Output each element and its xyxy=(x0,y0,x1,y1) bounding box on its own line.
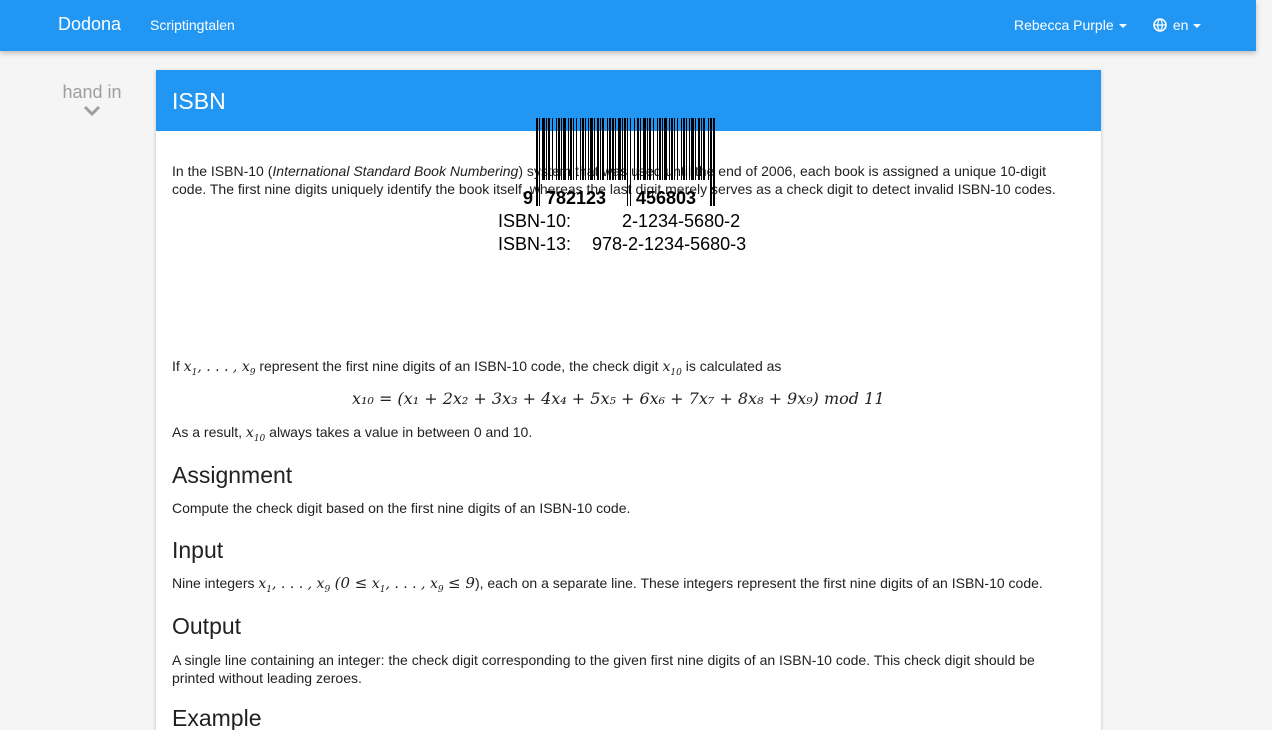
caret-down-icon xyxy=(1118,24,1127,29)
barcode-bar xyxy=(561,118,562,180)
course-link[interactable]: Scriptingtalen xyxy=(150,17,235,33)
barcode-bar xyxy=(568,118,569,180)
user-name: Rebecca Purple xyxy=(1014,17,1114,33)
output-text: A single line containing an integer: the… xyxy=(172,652,1035,686)
barcode-group-1: 782123 xyxy=(546,188,606,208)
input-text: Nine integers x1, . . . , x9 (0 ≤ x1, . … xyxy=(172,574,1043,595)
user-menu[interactable]: Rebecca Purple xyxy=(1014,17,1127,33)
barcode-bar xyxy=(597,118,599,180)
barcode-bar xyxy=(585,118,586,180)
barcode-bar xyxy=(536,118,538,206)
isbn13-value: 978-2-1234-5680-3 xyxy=(592,234,746,254)
barcode-bar xyxy=(703,118,705,180)
barcode-bar xyxy=(681,118,682,180)
input-heading: Input xyxy=(172,537,224,563)
brand-link[interactable]: Dodona xyxy=(58,14,121,35)
barcode-bar xyxy=(671,118,673,180)
barcode-bar xyxy=(683,118,685,180)
barcode-bar xyxy=(657,118,658,180)
barcode-bar xyxy=(634,118,635,180)
isbn-barcode-image: 9 782123 456803 ISBN-10: 2-1234-5680-2 I… xyxy=(498,118,758,254)
barcode-bar xyxy=(677,118,678,180)
formula-intro: If x1, . . . , x9 represent the first ni… xyxy=(172,358,782,378)
assignment-heading: Assignment xyxy=(172,462,293,488)
language-label: en xyxy=(1172,17,1189,33)
assignment-text: Compute the check digit based on the fir… xyxy=(172,500,631,516)
barcode-bar xyxy=(653,118,654,180)
barcode-bar xyxy=(552,118,553,180)
barcode-bar xyxy=(563,118,566,180)
barcode-bar xyxy=(710,118,712,206)
barcode-bar xyxy=(618,118,621,180)
barcode-bar xyxy=(590,118,593,180)
barcode-bar xyxy=(643,118,646,180)
chevron-down-icon xyxy=(83,105,101,116)
barcode-bar xyxy=(558,118,560,180)
isbn13-label: ISBN-13: xyxy=(498,234,571,254)
barcode-bar xyxy=(637,118,639,180)
barcode-graphic: 9 782123 456803 ISBN-10: 2-1234-5680-2 I… xyxy=(498,118,746,254)
barcode-bar xyxy=(615,118,616,180)
barcode-bar xyxy=(622,118,623,180)
barcode-bar xyxy=(573,118,574,180)
barcode-bar xyxy=(546,118,547,180)
barcode-bar xyxy=(570,118,572,180)
barcode-bar xyxy=(662,118,663,180)
barcode-bar xyxy=(647,118,648,180)
isbn10-value: 2-1234-5680-2 xyxy=(622,211,740,231)
barcode-bar xyxy=(695,118,696,180)
language-menu[interactable]: en xyxy=(1153,17,1202,33)
barcode-bar xyxy=(689,118,690,180)
math-x1-x9: x1, . . . , x9 xyxy=(183,359,256,378)
isbn10-label: ISBN-10: xyxy=(498,211,571,231)
barcode-lead-digit: 9 xyxy=(523,188,533,208)
barcode-bar xyxy=(624,118,626,180)
barcode-bar xyxy=(669,118,670,180)
barcode-bar xyxy=(580,118,581,180)
barcode-bar xyxy=(659,118,661,180)
barcode-bar xyxy=(548,118,550,180)
barcode-bar xyxy=(588,118,589,180)
math-x10: x10 xyxy=(245,425,266,444)
output-heading: Output xyxy=(172,613,242,639)
hand-in-label: hand in xyxy=(62,82,122,102)
barcode-bar xyxy=(542,118,545,180)
result-paragraph: As a result, x10 always takes a value in… xyxy=(172,424,533,444)
barcode-bar xyxy=(600,118,601,180)
barcode-bar xyxy=(698,118,700,180)
barcode-bar xyxy=(556,118,557,180)
barcode-bar xyxy=(691,118,694,180)
barcode-bar xyxy=(630,118,631,206)
barcode-bar xyxy=(539,118,540,206)
barcode-bar xyxy=(594,118,595,180)
exercise-card: ISBN In the ISBN-10 (International Stand… xyxy=(156,70,1101,730)
barcode-group-2: 456803 xyxy=(636,188,696,208)
barcode-bar xyxy=(609,118,611,180)
barcode-bar xyxy=(612,118,614,180)
barcode-bar xyxy=(602,118,604,180)
barcode-bar xyxy=(627,118,628,206)
math-input-range: x1, . . . , x9 (0 ≤ x1, . . . , x9 ≤ 9 xyxy=(258,574,475,595)
caret-down-icon xyxy=(1193,24,1202,29)
exercise-title: ISBN xyxy=(172,88,226,114)
barcode-bar xyxy=(713,118,715,206)
math-x10: x10 xyxy=(662,359,682,378)
barcode-bar xyxy=(607,118,608,180)
barcode-bar xyxy=(664,118,667,180)
hand-in-toggle[interactable]: hand in xyxy=(30,82,154,116)
barcode-bar xyxy=(582,118,584,180)
barcode-bar xyxy=(576,118,577,180)
barcode-bar xyxy=(701,118,702,180)
top-navbar: Dodona Scriptingtalen Rebecca Purple en xyxy=(0,0,1256,51)
check-digit-formula: x₁₀ = (x₁ + 2x₂ + 3x₃ + 4x₄ + 5x₅ + 6x₆ … xyxy=(352,389,885,408)
barcode-bar xyxy=(708,118,709,180)
barcode-bar xyxy=(640,118,641,180)
barcode-bar xyxy=(649,118,651,180)
barcode-bar xyxy=(674,118,675,180)
barcode-bar xyxy=(686,118,687,180)
globe-icon xyxy=(1153,18,1167,32)
